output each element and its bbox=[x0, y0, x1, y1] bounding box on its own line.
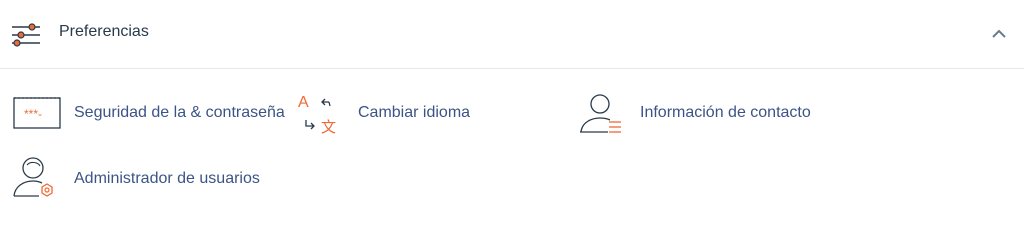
tool-password-security[interactable]: ***- Seguridad de la & contraseña bbox=[12, 92, 312, 132]
tool-label: Administrador de usuarios bbox=[74, 170, 260, 187]
user-manager-icon bbox=[12, 156, 58, 207]
contact-info-icon bbox=[578, 92, 624, 141]
svg-text:***-: ***- bbox=[24, 107, 42, 121]
tool-label: Información de contacto bbox=[640, 104, 811, 121]
sliders-icon bbox=[10, 22, 42, 48]
translate-icon: A 文 bbox=[296, 90, 340, 141]
tool-label: Seguridad de la & contraseña bbox=[74, 104, 285, 121]
svg-text:A: A bbox=[298, 94, 309, 111]
preferences-header[interactable]: Preferencias bbox=[0, 0, 1024, 69]
tool-user-manager[interactable]: Administrador de usuarios bbox=[12, 156, 292, 202]
tool-contact-info[interactable]: Información de contacto bbox=[578, 92, 838, 136]
tool-change-language[interactable]: A 文 Cambiar idioma bbox=[296, 90, 486, 136]
section-title: Preferencias bbox=[59, 23, 149, 40]
svg-text:文: 文 bbox=[321, 118, 336, 136]
chevron-up-icon[interactable] bbox=[990, 26, 1008, 40]
tool-label: Cambiar idioma bbox=[358, 104, 471, 121]
password-security-icon: ***- bbox=[12, 92, 62, 137]
